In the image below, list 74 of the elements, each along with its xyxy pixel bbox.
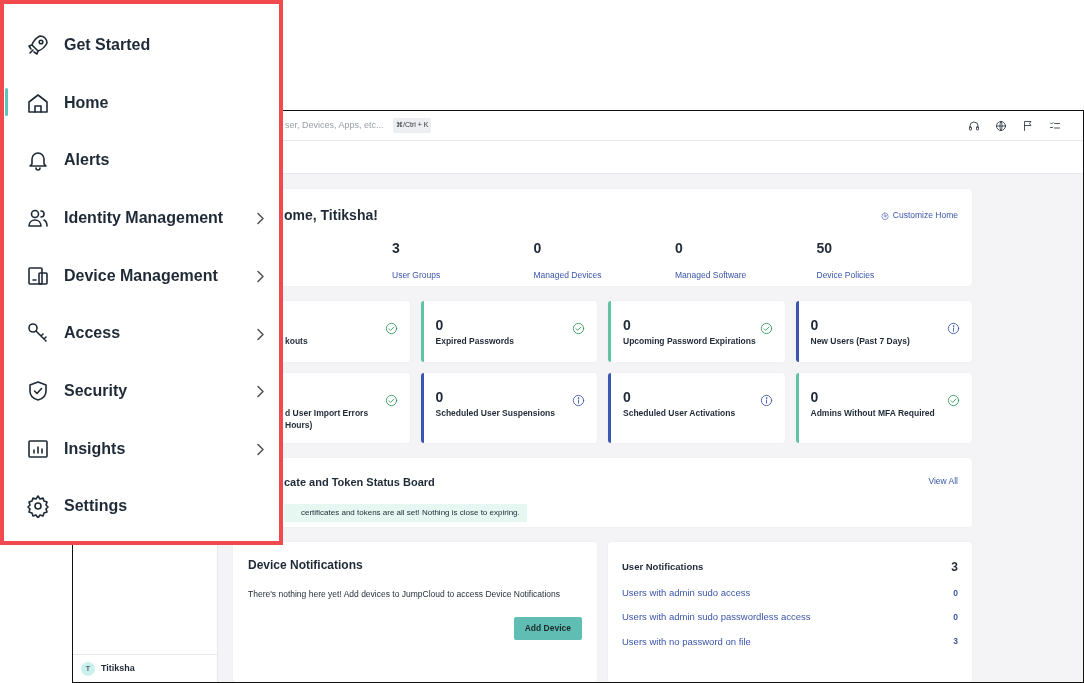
menu-item[interactable]: Identity Management: [4, 189, 279, 247]
view-all-link[interactable]: View All: [928, 475, 958, 489]
menu-item[interactable]: Alerts: [4, 131, 279, 190]
check-circle-icon: [384, 393, 398, 407]
flag-icon: [1022, 119, 1034, 132]
tile-value: 0: [623, 387, 631, 407]
tile-label: Expired Passwords: [435, 335, 515, 347]
notification-count: 0: [953, 586, 958, 600]
info-circle-icon: [572, 393, 585, 407]
stat-tile[interactable]: 0 New Users (Past 7 Days): [795, 300, 972, 362]
welcome-title: ome, Titiksha!: [284, 206, 378, 225]
check-circle-icon: [384, 321, 398, 335]
checklist-icon: [1049, 119, 1061, 132]
shield-icon: [26, 378, 50, 403]
gear-icon: [880, 211, 889, 220]
headset-icon: [968, 119, 980, 132]
stat-value: 0: [533, 239, 543, 258]
stat-tile[interactable]: 0 Admins Without MFA Required: [795, 372, 972, 443]
stat-value: 0: [675, 239, 684, 258]
chevron-right-icon: [256, 442, 265, 456]
stat-tile[interactable]: 0 Scheduled User Activations: [608, 372, 785, 443]
tile-value: 0: [435, 387, 444, 407]
tile-label: Scheduled User Suspensions: [435, 407, 556, 419]
stat-tile[interactable]: 0 Expired Passwords: [420, 300, 597, 362]
user-name[interactable]: Titiksha: [101, 661, 135, 676]
add-device-button[interactable]: Add Device: [513, 616, 582, 640]
notification-link[interactable]: Users with admin sudo access: [622, 586, 751, 601]
tile-label: Admins Without MFA Required: [810, 407, 936, 419]
stat-tile[interactable]: 0 Scheduled User Suspensions: [420, 372, 597, 443]
check-circle-icon: [572, 321, 585, 335]
stat-value: 3: [392, 239, 401, 258]
menu-item[interactable]: Get Started: [4, 16, 279, 74]
tile-label: New Users (Past 7 Days): [810, 335, 911, 347]
info-circle-icon: [759, 393, 773, 407]
tile-label: Hours): [285, 419, 314, 431]
card-title: cate and Token Status Board: [284, 474, 435, 490]
menu-item[interactable]: Settings: [4, 477, 279, 536]
stat-link[interactable]: Device Policies: [816, 269, 875, 282]
notification-link[interactable]: Users with no password on file: [622, 634, 751, 649]
globe-icon: [995, 119, 1007, 132]
search-field[interactable]: ser, Devices, Apps, etc...: [285, 118, 389, 133]
notification-count: 0: [953, 611, 958, 624]
tile-value: 0: [810, 315, 819, 335]
notification-link[interactable]: Users with admin sudo passwordless access: [622, 610, 811, 625]
tile-label: Scheduled User Activations: [623, 407, 737, 419]
gear-icon: [26, 494, 50, 519]
tile-value: 0: [810, 387, 819, 407]
stat-link[interactable]: Managed Devices: [533, 269, 602, 282]
tile-label: d User Import Errors: [285, 407, 370, 419]
tile-label: Upcoming Password Expirations: [623, 335, 757, 347]
menu-item[interactable]: Home: [4, 73, 279, 132]
tile-value: 0: [623, 315, 631, 335]
check-circle-icon: [759, 321, 773, 335]
info-circle-icon: [947, 321, 960, 335]
empty-message: There's nothing here yet! Add devices to JumpCloud to access Device Notifications: [248, 588, 562, 601]
notification-count: 3: [951, 559, 958, 576]
tile-value: 0: [435, 315, 444, 335]
notification-count: 3: [953, 635, 958, 648]
chevron-right-icon: [256, 327, 265, 341]
chevron-right-icon: [256, 212, 265, 226]
chevron-right-icon: [256, 385, 265, 399]
user-avatar: T: [81, 661, 95, 676]
stat-value: 50: [816, 239, 834, 258]
customize-link[interactable]: Customize Home: [880, 209, 958, 222]
card-title: Device Notifications: [248, 557, 364, 574]
check-circle-icon: [947, 393, 960, 407]
status-message: certificates and tokens are all set! Nothing is close to expiring.: [284, 504, 527, 523]
stat-link[interactable]: Managed Software: [675, 269, 747, 282]
stat-tile[interactable]: 0 Upcoming Password Expirations: [608, 300, 785, 362]
tile-label: kouts: [285, 335, 309, 347]
rocket-icon: [26, 32, 50, 57]
chevron-right-icon: [256, 269, 265, 283]
stat-link[interactable]: User Groups: [392, 269, 441, 282]
card-title: User Notifications: [622, 559, 704, 574]
